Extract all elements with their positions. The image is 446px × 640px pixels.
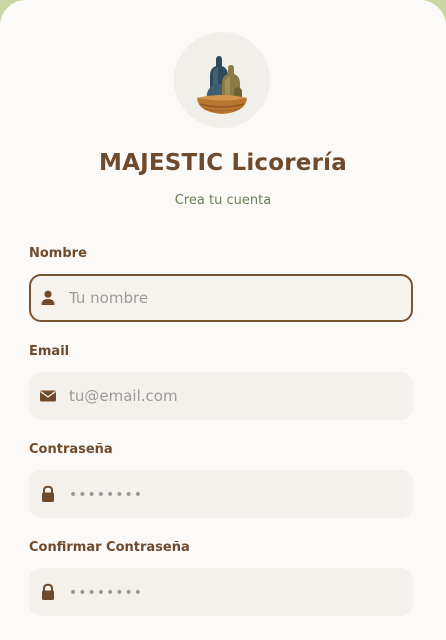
confirm-password-label: Confirmar Contraseña — [29, 540, 190, 555]
logo — [174, 32, 270, 128]
password-label: Contraseña — [29, 442, 113, 457]
brand-title: MAJESTIC Licorería — [99, 150, 347, 176]
user-icon — [41, 290, 55, 305]
page-subtitle: Crea tu cuenta — [174, 193, 272, 208]
liquor-bottles-logo-icon — [197, 56, 247, 114]
lock-icon — [42, 485, 54, 502]
register-card: MAJESTIC Licorería Crea tu cuenta Nombre… — [0, 0, 446, 640]
name-input[interactable] — [69, 276, 399, 320]
confirm-password-input[interactable] — [69, 568, 399, 616]
name-label: Nombre — [29, 246, 87, 261]
name-field[interactable] — [29, 274, 413, 322]
email-label: Email — [29, 344, 70, 359]
confirm-password-field[interactable] — [29, 568, 413, 616]
envelope-icon — [40, 390, 56, 402]
lock-icon — [42, 583, 54, 600]
email-input[interactable] — [69, 372, 399, 420]
email-field[interactable] — [29, 372, 413, 420]
password-input[interactable] — [69, 470, 399, 518]
password-field[interactable] — [29, 470, 413, 518]
